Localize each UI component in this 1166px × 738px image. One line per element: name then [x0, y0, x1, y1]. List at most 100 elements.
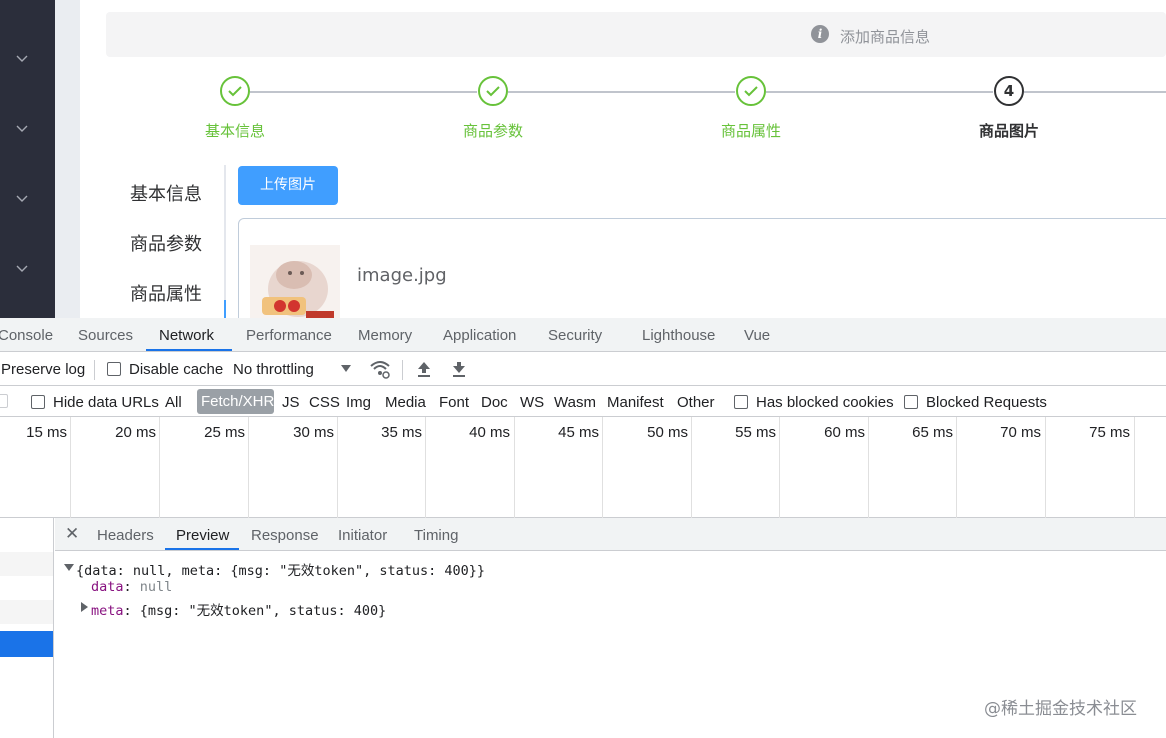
step-2-check-icon — [478, 76, 508, 106]
timeline-gridline — [248, 417, 249, 518]
timeline-gridline — [602, 417, 603, 518]
expand-triangle-icon[interactable] — [64, 564, 74, 571]
tab-lighthouse[interactable]: Lighthouse — [642, 327, 715, 344]
disable-cache-label[interactable]: Disable cache — [129, 361, 223, 378]
timeline-label: 35 ms — [381, 424, 422, 441]
hide-data-urls-label[interactable]: Hide data URLs — [53, 394, 159, 411]
sidebar — [0, 0, 55, 318]
vertical-tabs: 基本信息 商品参数 商品属性 — [106, 165, 226, 318]
filter-type-manifest[interactable]: Manifest — [607, 394, 664, 411]
network-conditions-icon[interactable] — [369, 359, 391, 379]
tab-headers[interactable]: Headers — [97, 527, 154, 544]
toolbar-divider — [402, 360, 403, 380]
filter-type-fetch-xhr-label: Fetch/XHR — [201, 393, 275, 410]
filter-type-media[interactable]: Media — [385, 394, 426, 411]
export-har-icon[interactable] — [452, 361, 466, 377]
filter-type-css[interactable]: CSS — [309, 394, 340, 411]
filter-type-font[interactable]: Font — [439, 394, 469, 411]
tab-timing[interactable]: Timing — [414, 527, 458, 544]
disable-cache-checkbox[interactable] — [107, 362, 121, 376]
step-connector — [250, 91, 477, 93]
app-region: i 添加商品信息 4 基本信息 商品参数 商品属性 商品图片 基本信息 商品参数… — [0, 0, 1166, 318]
alert-text: 添加商品信息 — [840, 28, 931, 46]
network-details-area: ✕ Headers Preview Response Initiator Tim… — [0, 518, 1166, 738]
network-overview-timeline[interactable]: 15 ms 20 ms 25 ms 30 ms 35 ms 40 ms 45 m… — [0, 417, 1166, 518]
blocked-requests-checkbox[interactable] — [904, 395, 918, 409]
chevron-down-icon[interactable] — [16, 192, 28, 204]
step-title: 基本信息 — [204, 122, 266, 140]
tab-security[interactable]: Security — [548, 327, 602, 344]
tab-memory[interactable]: Memory — [358, 327, 412, 344]
preview-summary[interactable]: {data: null, meta: {msg: "无效token", stat… — [76, 559, 485, 579]
active-tab-indicator — [146, 349, 232, 351]
step-number: 4 — [1003, 82, 1015, 100]
active-detail-tab-indicator — [165, 548, 239, 550]
tab-response[interactable]: Response — [251, 527, 319, 544]
filter-type-js[interactable]: JS — [282, 394, 300, 411]
tab-sources[interactable]: Sources — [78, 327, 133, 344]
steps: 4 基本信息 商品参数 商品属性 商品图片 — [0, 74, 1166, 144]
request-row[interactable] — [0, 552, 53, 576]
filter-input[interactable] — [0, 394, 8, 408]
tab-vue[interactable]: Vue — [744, 327, 770, 344]
chevron-down-icon[interactable] — [16, 262, 28, 274]
vertical-tab-active-indicator — [224, 300, 226, 318]
hide-data-urls-checkbox[interactable] — [31, 395, 45, 409]
tab-application[interactable]: Application — [443, 327, 516, 344]
preview-data-value: null — [139, 579, 173, 595]
has-blocked-cookies-checkbox[interactable] — [734, 395, 748, 409]
tab-basic-info[interactable]: 基本信息 — [130, 180, 202, 206]
timeline-label: 70 ms — [1000, 424, 1041, 441]
timeline-label: 45 ms — [558, 424, 599, 441]
close-icon[interactable]: ✕ — [65, 524, 79, 544]
import-har-icon[interactable] — [417, 361, 431, 377]
chevron-down-icon[interactable] — [16, 52, 28, 64]
tab-network[interactable]: Network — [159, 327, 214, 344]
collapse-triangle-icon[interactable] — [81, 602, 88, 612]
blocked-requests-label[interactable]: Blocked Requests — [926, 394, 1047, 411]
uploaded-file-item[interactable]: image.jpg — [238, 218, 1166, 318]
tab-preview[interactable]: Preview — [176, 527, 229, 544]
timeline-gridline — [425, 417, 426, 518]
filter-type-img[interactable]: Img — [346, 394, 371, 411]
filter-type-wasm[interactable]: Wasm — [554, 394, 596, 411]
timeline-gridline — [1045, 417, 1046, 518]
step-title: 商品参数 — [462, 122, 524, 140]
request-row[interactable] — [0, 600, 53, 624]
filter-type-all[interactable]: All — [165, 394, 182, 411]
step-1-check-icon — [220, 76, 250, 106]
step-connector — [766, 91, 993, 93]
info-icon: i — [811, 25, 829, 43]
toolbar-divider — [94, 360, 95, 380]
timeline-gridline — [70, 417, 71, 518]
timeline-label: 30 ms — [293, 424, 334, 441]
vertical-tab-bar — [224, 165, 226, 318]
tab-goods-params[interactable]: 商品参数 — [130, 230, 202, 256]
request-detail-tabs: ✕ Headers Preview Response Initiator Tim… — [55, 518, 1166, 551]
tab-goods-attrs[interactable]: 商品属性 — [130, 280, 202, 306]
timeline-label: 50 ms — [647, 424, 688, 441]
timeline-label: 20 ms — [115, 424, 156, 441]
preview-meta-row[interactable]: meta: {msg: "无效token", status: 400} — [91, 599, 386, 619]
filter-type-other[interactable]: Other — [677, 394, 715, 411]
tab-performance[interactable]: Performance — [246, 327, 332, 344]
preview-data-row: data: null — [91, 579, 173, 595]
timeline-label: 15 ms — [26, 424, 67, 441]
filter-type-doc[interactable]: Doc — [481, 394, 508, 411]
preserve-log-label[interactable]: Preserve log — [1, 361, 85, 378]
filter-type-ws[interactable]: WS — [520, 394, 544, 411]
throttling-select[interactable]: No throttling — [233, 361, 314, 378]
has-blocked-cookies-label[interactable]: Has blocked cookies — [756, 394, 894, 411]
request-row-selected[interactable] — [0, 631, 53, 657]
timeline-gridline — [779, 417, 780, 518]
caret-down-icon[interactable] — [341, 365, 351, 373]
request-row[interactable] — [0, 576, 53, 600]
network-filter-bar: Hide data URLs All Fetch/XHR JS CSS Img … — [0, 386, 1166, 417]
tab-console[interactable]: Console — [0, 327, 53, 344]
timeline-label: 65 ms — [912, 424, 953, 441]
tab-initiator[interactable]: Initiator — [338, 527, 387, 544]
filter-type-fetch-xhr[interactable]: Fetch/XHR — [197, 389, 274, 414]
timeline-gridline — [1134, 417, 1135, 518]
upload-image-button[interactable]: 上传图片 — [238, 166, 338, 205]
watermark: @稀土掘金技术社区 — [984, 699, 1137, 719]
